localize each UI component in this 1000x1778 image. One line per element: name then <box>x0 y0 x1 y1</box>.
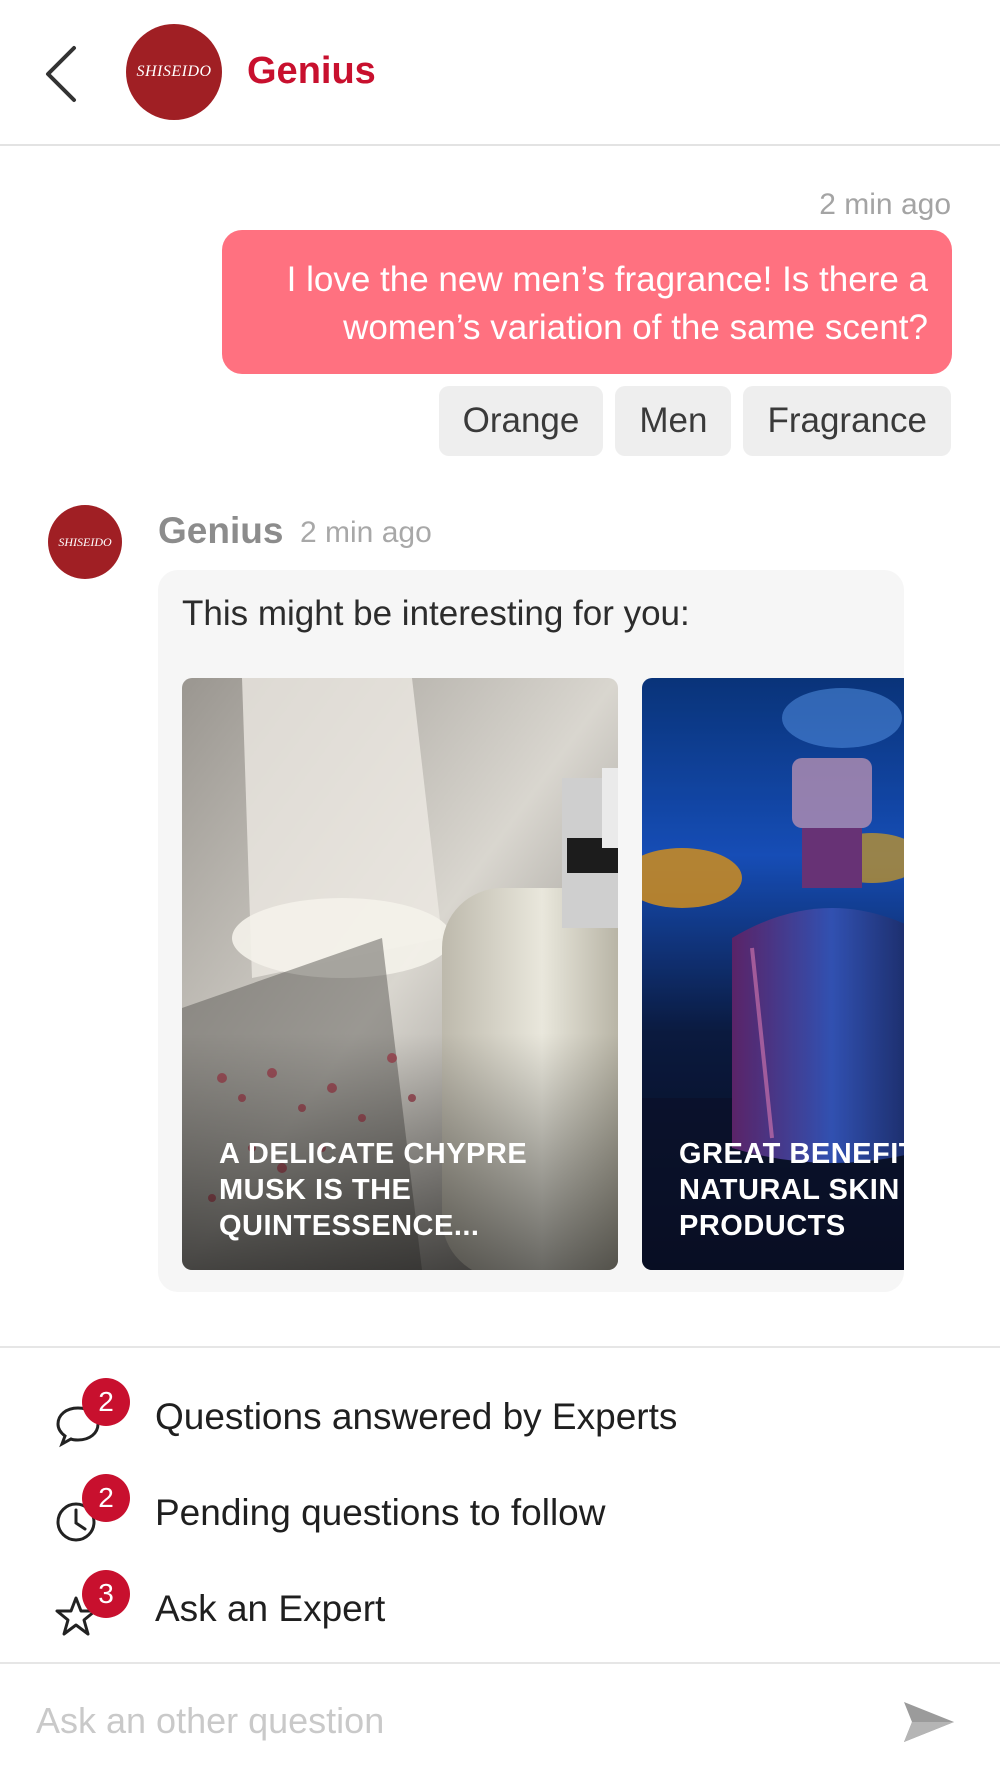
badge-ask-count: 3 <box>82 1570 130 1618</box>
quick-actions-menu: 2 Questions answered by Experts 2 Pendin… <box>0 1346 1000 1636</box>
message-tags: Orange Men Fragrance <box>438 386 951 456</box>
tag-orange[interactable]: Orange <box>438 386 604 456</box>
send-button[interactable] <box>902 1698 956 1746</box>
badge-pending-count: 2 <box>82 1474 130 1522</box>
brand-logo: SHISEIDO <box>126 24 222 120</box>
composer-bar <box>0 1662 1000 1778</box>
bot-message-time: 2 min ago <box>300 516 432 549</box>
menu-label-pending: Pending questions to follow <box>155 1492 606 1533</box>
brand-logo-text: SHISEIDO <box>136 63 212 80</box>
user-message-bubble: I love the new men’s fragrance! Is there… <box>222 230 952 374</box>
menu-label-answered: Questions answered by Experts <box>155 1396 678 1437</box>
bot-avatar-text: SHISEIDO <box>58 534 112 549</box>
tag-fragrance[interactable]: Fragrance <box>743 386 951 456</box>
send-icon <box>904 1702 954 1742</box>
menu-item-pending-questions[interactable]: 2 Pending questions to follow <box>0 1464 1000 1560</box>
question-input[interactable] <box>36 1686 876 1756</box>
card-caption-skin: GREAT BENEFITS NATURAL SKIN PRODUCTS <box>679 1138 904 1242</box>
menu-label-ask: Ask an Expert <box>155 1588 386 1629</box>
bot-name: Genius <box>158 510 284 551</box>
top-bar: SHISEIDO Genius <box>0 0 1000 146</box>
bot-message-bubble: This might be interesting for you: A DEL… <box>158 570 904 1292</box>
menu-item-answered-questions[interactable]: 2 Questions answered by Experts <box>0 1368 1000 1464</box>
bot-avatar: SHISEIDO <box>48 505 122 579</box>
chevron-left-icon <box>46 46 76 102</box>
tag-men[interactable]: Men <box>615 386 732 456</box>
badge-answered-count: 2 <box>82 1378 130 1426</box>
article-card-chypre[interactable]: A DELICATE CHYPRE MUSK IS THE QUINTESSEN… <box>182 678 618 1270</box>
page-title: Genius <box>247 50 376 92</box>
card-caption-chypre: A DELICATE CHYPRE MUSK IS THE QUINTESSEN… <box>219 1138 528 1242</box>
back-button[interactable] <box>40 44 80 104</box>
article-card-skin[interactable]: GREAT BENEFITS NATURAL SKIN PRODUCTS <box>642 678 904 1270</box>
user-message-time: 2 min ago <box>819 188 951 221</box>
menu-item-ask-expert[interactable]: 3 Ask an Expert <box>0 1560 1000 1656</box>
bot-intro-text: This might be interesting for you: <box>182 594 690 633</box>
